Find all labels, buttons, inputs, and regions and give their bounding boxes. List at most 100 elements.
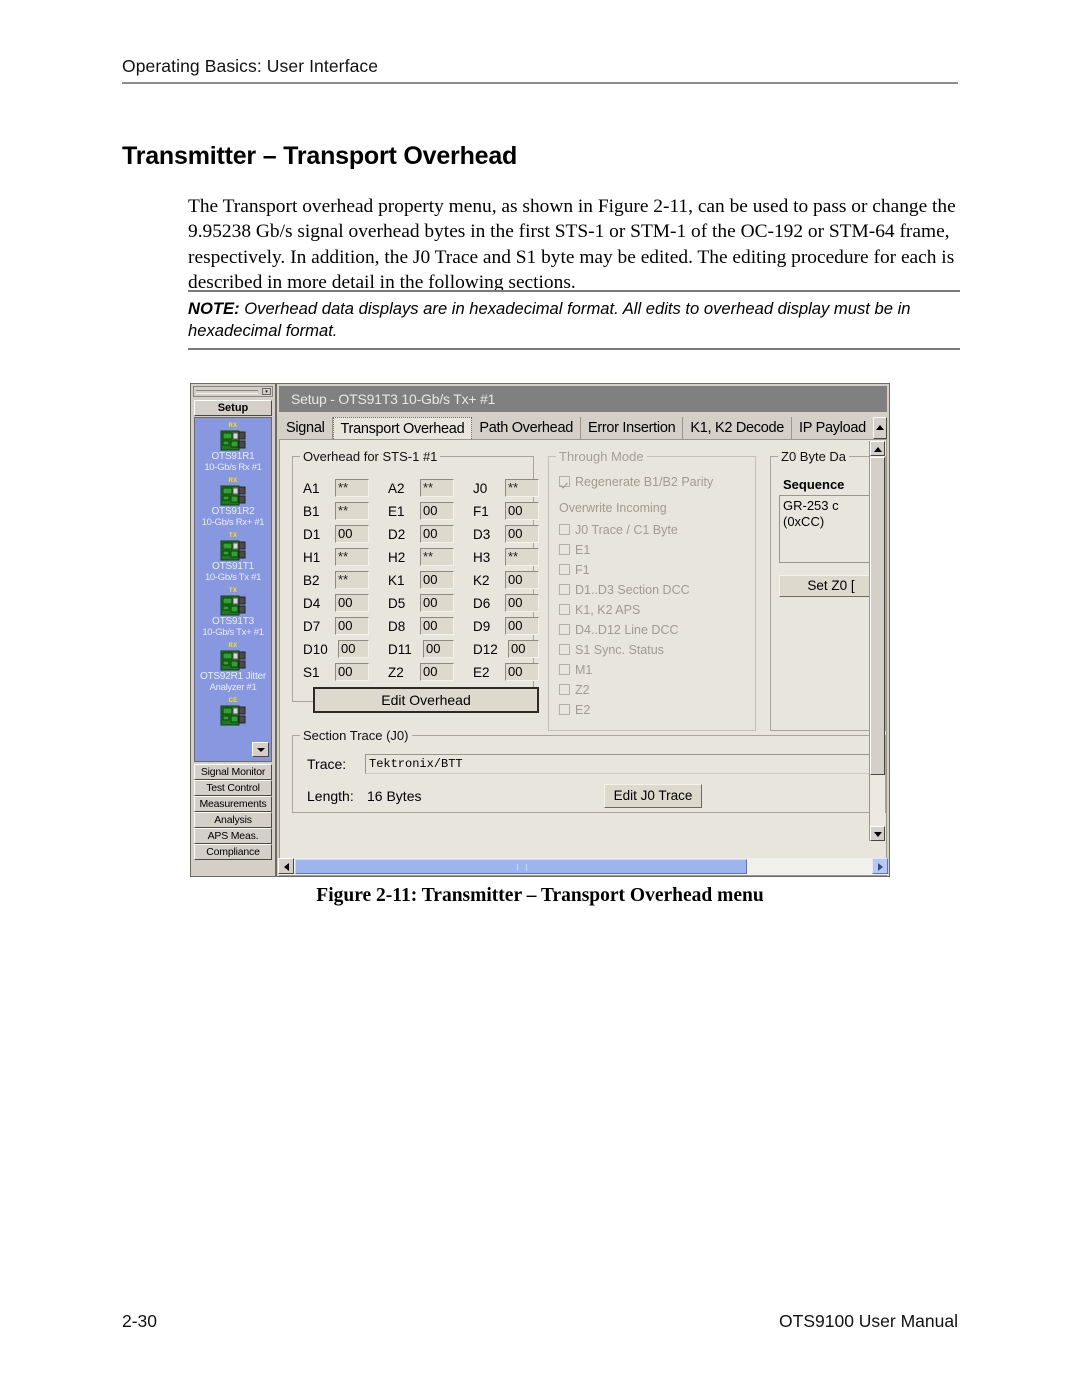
sidebar-device-ots92r1-jitter[interactable]: RX OTS92R1 Jitter Analyzer #1 bbox=[195, 638, 271, 693]
overhead-label-a2: A2 bbox=[388, 481, 405, 496]
sidebar-device-ots91t3[interactable]: TX OTS91T3 10-Gb/s Tx+ #1 bbox=[195, 583, 271, 638]
checkbox-d4-d12-line-dcc[interactable]: D4..D12 Line DCC bbox=[559, 623, 679, 637]
overhead-label-d4: D4 bbox=[303, 596, 321, 611]
edit-j0-trace-button[interactable]: Edit J0 Trace bbox=[604, 784, 702, 808]
sidebar-item-signal-monitor[interactable]: Signal Monitor bbox=[194, 764, 272, 780]
sidebar-setup-button[interactable]: Setup bbox=[194, 400, 272, 416]
application-window: ▾ Setup RX OTS91R1 10-Gb/s Rx #1 RX OTS91R2 1… bbox=[190, 383, 890, 877]
overhead-field-d1[interactable]: 00 bbox=[335, 525, 369, 543]
checkbox-d1-d3-section-dcc[interactable]: D1..D3 Section DCC bbox=[559, 583, 690, 597]
sidebar-device-ots91r2[interactable]: RX OTS91R2 10-Gb/s Rx+ #1 bbox=[195, 473, 271, 528]
z0-sequence-listbox[interactable]: GR-253 c (0xCC) bbox=[779, 495, 883, 563]
checkbox-k1-k2-aps[interactable]: K1, K2 APS bbox=[559, 603, 640, 617]
sidebar-item-analysis[interactable]: Analysis bbox=[194, 812, 272, 828]
checkbox-icon[interactable] bbox=[559, 584, 570, 595]
checkbox-j0-trace-c1-byte[interactable]: J0 Trace / C1 Byte bbox=[559, 523, 678, 537]
checkbox-label: F1 bbox=[575, 563, 590, 577]
checkbox-icon[interactable] bbox=[559, 644, 570, 655]
tab-signal[interactable]: Signal bbox=[279, 417, 333, 439]
checkbox-label: E1 bbox=[575, 543, 591, 557]
scroll-up-button[interactable] bbox=[870, 441, 885, 456]
overhead-field-d5[interactable]: 00 bbox=[420, 594, 454, 612]
sidebar-item-measurements[interactable]: Measurements bbox=[194, 796, 272, 812]
overhead-field-d8[interactable]: 00 bbox=[420, 617, 454, 635]
checkbox-m1[interactable]: M1 bbox=[559, 663, 592, 677]
footer-page-number: 2-30 bbox=[122, 1311, 158, 1331]
checkbox-regenerate-parity[interactable]: Regenerate B1/B2 Parity bbox=[559, 475, 713, 489]
sidebar-device-list[interactable]: RX OTS91R1 10-Gb/s Rx #1 RX OTS91R2 10-Gb/s R… bbox=[194, 417, 272, 762]
overhead-field-j0[interactable]: ** bbox=[505, 479, 539, 497]
checkbox-s1-sync-status[interactable]: S1 Sync. Status bbox=[559, 643, 664, 657]
vertical-scrollbar[interactable] bbox=[869, 441, 885, 841]
sidebar-device-ots91t1[interactable]: TX OTS91T1 10-Gb/s Tx #1 bbox=[195, 528, 271, 583]
overhead-field-d6[interactable]: 00 bbox=[505, 594, 539, 612]
sidebar-item-compliance[interactable]: Compliance bbox=[194, 844, 272, 860]
checkbox-f1[interactable]: F1 bbox=[559, 563, 590, 577]
checkbox-icon[interactable] bbox=[559, 604, 570, 615]
checkbox-icon[interactable] bbox=[559, 544, 570, 555]
sidebar-item-aps-meas[interactable]: APS Meas. bbox=[194, 828, 272, 844]
overhead-field-b1[interactable]: ** bbox=[335, 502, 369, 520]
figure-caption: Figure 2-11: Transmitter – Transport Ove… bbox=[316, 885, 764, 906]
overhead-field-h2[interactable]: ** bbox=[420, 548, 454, 566]
checkbox-icon[interactable] bbox=[559, 624, 570, 635]
overhead-field-z2[interactable]: 00 bbox=[420, 663, 454, 681]
tab-scroll-button[interactable] bbox=[873, 417, 887, 439]
scroll-right-button[interactable] bbox=[872, 858, 888, 874]
overhead-field-e1[interactable]: 00 bbox=[420, 502, 454, 520]
set-z0-button[interactable]: Set Z0 [ bbox=[779, 575, 883, 597]
trace-input[interactable]: Tektronix/BTT bbox=[365, 754, 881, 774]
overhead-field-a2[interactable]: ** bbox=[420, 479, 454, 497]
checkbox-e1[interactable]: E1 bbox=[559, 543, 590, 557]
overhead-field-d2[interactable]: 00 bbox=[420, 525, 454, 543]
overhead-field-d11[interactable]: 00 bbox=[423, 640, 454, 658]
tab-k1-k2-decode[interactable]: K1, K2 Decode bbox=[683, 417, 792, 439]
checkbox-icon[interactable] bbox=[559, 564, 570, 575]
edit-overhead-button[interactable]: Edit Overhead bbox=[313, 687, 539, 713]
tab-error-insertion[interactable]: Error Insertion bbox=[580, 417, 684, 439]
overhead-field-d9[interactable]: 00 bbox=[505, 617, 539, 635]
sidebar-menu-button[interactable]: ▾ bbox=[262, 388, 271, 395]
checkbox-z2[interactable]: Z2 bbox=[559, 683, 590, 697]
checkbox-label: Z2 bbox=[575, 683, 590, 697]
overhead-field-h1[interactable]: ** bbox=[335, 548, 369, 566]
overhead-field-k2[interactable]: 00 bbox=[505, 571, 539, 589]
overhead-label-d3: D3 bbox=[473, 527, 491, 542]
overhead-label-d8: D8 bbox=[388, 619, 406, 634]
overhead-field-d7[interactable]: 00 bbox=[335, 617, 369, 635]
scroll-down-button[interactable] bbox=[870, 826, 885, 841]
vertical-scroll-thumb[interactable] bbox=[870, 457, 885, 775]
overhead-field-k1[interactable]: 00 bbox=[420, 571, 454, 589]
overhead-field-d10[interactable]: 00 bbox=[338, 640, 369, 658]
overhead-field-d3[interactable]: 00 bbox=[505, 525, 539, 543]
overhead-field-h3[interactable]: ** bbox=[505, 548, 539, 566]
overhead-field-s1[interactable]: 00 bbox=[335, 663, 369, 681]
overhead-field-f1[interactable]: 00 bbox=[505, 502, 539, 520]
checkbox-icon[interactable] bbox=[559, 664, 570, 675]
tab-bar[interactable]: Signal Transport Overhead Path Overhead Err… bbox=[279, 417, 887, 461]
checkbox-icon[interactable] bbox=[559, 704, 570, 715]
overhead-field-e2[interactable]: 00 bbox=[505, 663, 539, 681]
sidebar-device-ots91r1[interactable]: RX OTS91R1 10-Gb/s Rx #1 bbox=[195, 418, 271, 473]
tab-ip-payload[interactable]: IP Payload bbox=[792, 417, 874, 439]
overwrite-incoming-label: Overwrite Incoming bbox=[559, 501, 667, 515]
checkbox-icon[interactable] bbox=[559, 476, 570, 487]
checkbox-icon[interactable] bbox=[559, 684, 570, 695]
checkbox-e2[interactable]: E2 bbox=[559, 703, 590, 717]
scroll-left-button[interactable] bbox=[278, 858, 294, 874]
overhead-field-d12[interactable]: 00 bbox=[508, 640, 539, 658]
horizontal-scroll-thumb[interactable] bbox=[295, 859, 747, 874]
sidebar-device-partial[interactable]: CE bbox=[195, 693, 271, 726]
overhead-field-b2[interactable]: ** bbox=[335, 571, 369, 589]
overhead-field-a1[interactable]: ** bbox=[335, 479, 369, 497]
overhead-field-d4[interactable]: 00 bbox=[335, 594, 369, 612]
horizontal-scrollbar[interactable] bbox=[278, 858, 888, 875]
sidebar-item-test-control[interactable]: Test Control bbox=[194, 780, 272, 796]
overhead-label-z2: Z2 bbox=[388, 665, 404, 680]
tab-transport-overhead[interactable]: Transport Overhead bbox=[332, 417, 473, 439]
checkbox-icon[interactable] bbox=[559, 524, 570, 535]
device-list-dropdown-button[interactable] bbox=[252, 742, 269, 757]
checkbox-label: E2 bbox=[575, 703, 591, 717]
tab-path-overhead[interactable]: Path Overhead bbox=[472, 417, 581, 439]
section-trace-group-title: Section Trace (J0) bbox=[300, 728, 412, 743]
